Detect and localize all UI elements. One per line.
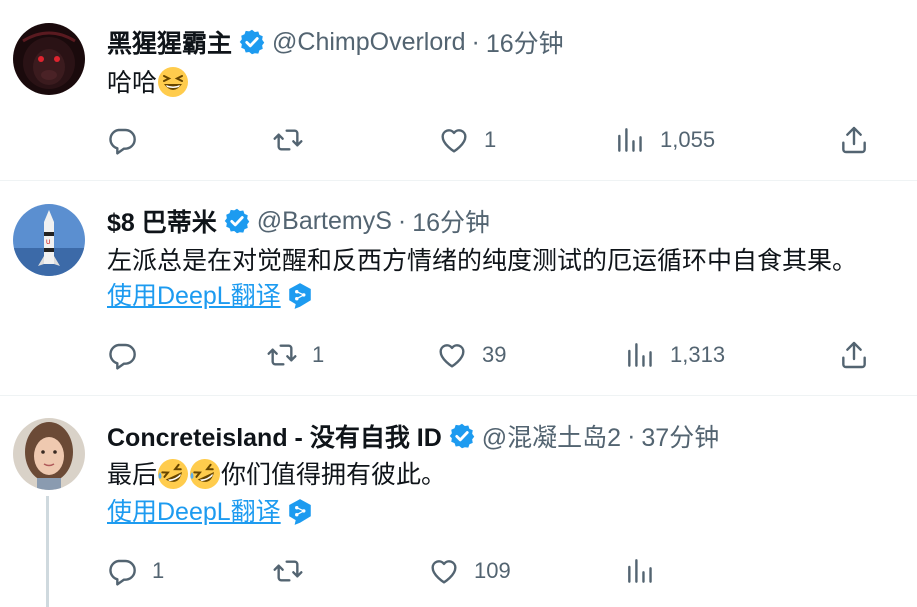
retweet-icon xyxy=(273,560,303,582)
separator-dot: · xyxy=(627,421,636,450)
share-icon xyxy=(842,341,866,369)
translate-link[interactable]: 使用DeepL翻译 xyxy=(107,280,313,312)
share-button[interactable] xyxy=(838,335,870,375)
verified-badge-icon xyxy=(224,208,250,234)
timestamp[interactable]: 37分钟 xyxy=(641,418,719,454)
verified-badge-icon xyxy=(239,29,265,55)
tweet[interactable]: Concreteisland - 没有自我 ID @混凝土岛2 · 37分钟 最… xyxy=(0,396,917,607)
retweet-count: 1 xyxy=(312,342,325,367)
like-count: 1 xyxy=(484,127,497,152)
translate-label[interactable]: 使用DeepL翻译 xyxy=(107,496,281,528)
like-button[interactable]: 109 xyxy=(428,551,511,591)
views-button[interactable]: 1,313 xyxy=(624,335,725,375)
tweet[interactable]: 黑猩猩霸主 @ChimpOverlord · 16分钟 哈哈 1 1,055 xyxy=(0,0,917,181)
share-button[interactable] xyxy=(838,120,870,160)
display-name[interactable]: 黑猩猩霸主 xyxy=(107,24,232,60)
views-chart-icon xyxy=(618,128,642,152)
reply-icon xyxy=(109,128,136,155)
timestamp[interactable]: 16分钟 xyxy=(412,203,490,239)
reply-icon xyxy=(109,559,136,586)
tweet[interactable]: U $8 巴蒂米 @BartemyS · 16分钟 左派总是在对觉醒和反西方情绪… xyxy=(0,181,917,396)
heart-icon xyxy=(431,560,457,584)
views-button[interactable]: 1,055 xyxy=(614,120,715,160)
tweet-text-part: 最后 xyxy=(107,461,158,489)
separator-dot: · xyxy=(471,27,480,56)
tweet-text: 左派总是在对觉醒和反西方情绪的纯度测试的厄运循环中自食其果。 xyxy=(107,247,858,275)
avatar[interactable] xyxy=(13,418,85,490)
handle[interactable]: @ChimpOverlord xyxy=(272,28,465,57)
views-chart-icon xyxy=(628,343,652,367)
avatar[interactable] xyxy=(13,23,85,95)
retweet-button[interactable] xyxy=(272,551,318,591)
share-icon xyxy=(842,126,866,154)
like-button[interactable]: 39 xyxy=(436,335,506,375)
deepl-icon xyxy=(288,499,311,525)
retweet-button[interactable] xyxy=(272,120,318,160)
retweet-icon xyxy=(267,344,297,366)
display-name[interactable]: $8 巴蒂米 xyxy=(107,203,217,239)
grinning-squinting-face-emoji-icon xyxy=(158,67,189,97)
tweet-text: 最后 你们值得拥有彼此。 xyxy=(107,458,446,492)
translate-link[interactable]: 使用DeepL翻译 xyxy=(107,496,313,528)
tweet-text: 哈哈 xyxy=(107,66,189,100)
tweet-header: Concreteisland - 没有自我 ID @混凝土岛2 · 37分钟 xyxy=(107,419,719,453)
views-count: 1,313 xyxy=(670,342,726,367)
views-count: 1,055 xyxy=(660,127,716,152)
verified-badge-icon xyxy=(449,423,475,449)
reply-icon xyxy=(109,343,136,370)
retweet-button[interactable]: 1 xyxy=(266,335,324,375)
reply-button[interactable]: 1 xyxy=(106,551,164,591)
action-bar: 1 39 1,313 xyxy=(0,335,917,375)
rolling-laughing-emoji-icon xyxy=(158,459,189,489)
translate-label[interactable]: 使用DeepL翻译 xyxy=(107,280,281,312)
like-count: 39 xyxy=(482,342,507,367)
reply-button[interactable] xyxy=(106,120,152,160)
deepl-icon xyxy=(288,283,311,309)
tweet-text-part: 你们值得拥有彼此。 xyxy=(221,461,447,489)
handle[interactable]: @BartemyS xyxy=(257,207,392,236)
tweet-header: 黑猩猩霸主 @ChimpOverlord · 16分钟 xyxy=(107,25,564,59)
avatar[interactable]: U xyxy=(13,204,85,276)
heart-icon xyxy=(439,344,465,368)
views-button[interactable] xyxy=(624,551,670,591)
like-count: 109 xyxy=(474,558,511,583)
separator-dot: · xyxy=(397,206,407,235)
handle[interactable]: @混凝土岛2 xyxy=(482,418,621,454)
rocket-avatar-image: U xyxy=(13,204,85,276)
tweet-header: $8 巴蒂米 @BartemyS · 16分钟 xyxy=(107,204,490,238)
display-name[interactable]: Concreteisland - 没有自我 ID xyxy=(107,418,442,454)
action-bar: 1 1,055 xyxy=(0,120,917,160)
woman-avatar-image xyxy=(13,418,85,490)
reply-count: 1 xyxy=(152,558,165,583)
like-button[interactable]: 1 xyxy=(438,120,496,160)
rolling-laughing-emoji-icon xyxy=(190,459,221,489)
views-chart-icon xyxy=(628,559,652,583)
heart-icon xyxy=(441,129,467,153)
svg-text:U: U xyxy=(46,239,50,246)
reply-button[interactable] xyxy=(106,335,152,375)
action-bar: 1 109 xyxy=(0,551,917,591)
tweet-text-part: 哈哈 xyxy=(107,69,158,97)
retweet-icon xyxy=(273,129,303,151)
timestamp[interactable]: 16分钟 xyxy=(486,24,564,60)
chimp-avatar-image xyxy=(13,23,85,95)
